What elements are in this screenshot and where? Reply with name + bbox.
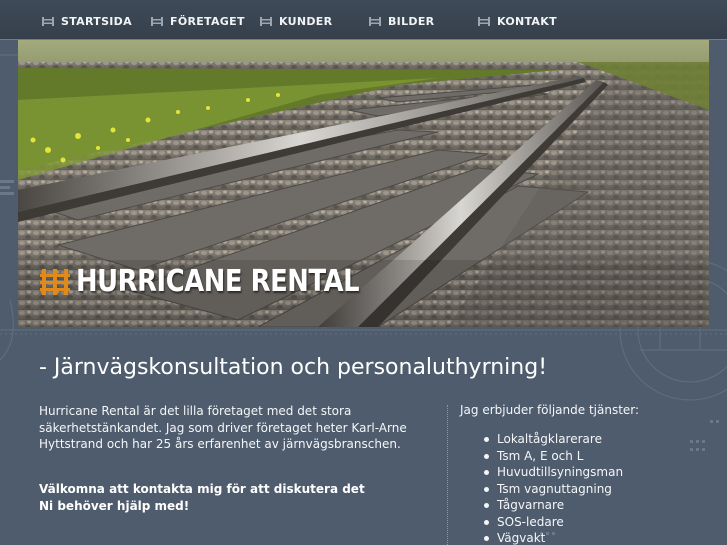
rail-icon bbox=[260, 16, 272, 26]
nav-label: KUNDER bbox=[279, 14, 333, 28]
nav-item-startsida[interactable]: STARTSIDA bbox=[42, 13, 132, 29]
intro-text: Hurricane Rental är det lilla företaget … bbox=[39, 404, 407, 451]
contact-invitation: Välkomna att kontakta mig för att diskut… bbox=[39, 482, 365, 513]
logo-text: HURRICANE RENTAL bbox=[76, 264, 360, 299]
nav-item-bilder[interactable]: BILDER bbox=[369, 13, 434, 29]
nav-item-kunder[interactable]: KUNDER bbox=[260, 13, 332, 29]
nav-item-kontakt[interactable]: KONTAKT bbox=[478, 13, 557, 29]
top-navigation: STARTSIDA FÖRETAGET KUNDER BILDER KONTAK… bbox=[0, 0, 727, 40]
rail-icon bbox=[369, 16, 381, 26]
rail-logo-icon bbox=[40, 268, 70, 295]
intro-section: Hurricane Rental är det lilla företaget … bbox=[39, 403, 419, 453]
list-item: Lokaltågklarerare bbox=[482, 431, 623, 448]
nav-label: STARTSIDA bbox=[61, 14, 132, 28]
page-tagline: - Järnvägskonsultation och personaluthyr… bbox=[39, 355, 548, 380]
list-item: SOS-ledare bbox=[482, 514, 623, 531]
list-item: Tsm vagnuttagning bbox=[482, 481, 623, 498]
rail-icon bbox=[151, 16, 163, 26]
nav-item-foretaget[interactable]: FÖRETAGET bbox=[151, 13, 245, 29]
list-item: Tsm A, E och L bbox=[482, 448, 623, 465]
nav-label: FÖRETAGET bbox=[170, 14, 245, 28]
rail-icon bbox=[478, 16, 490, 26]
services-title: Jag erbjuder följande tjänster: bbox=[460, 403, 640, 417]
nav-label: BILDER bbox=[388, 14, 435, 28]
services-list: Lokaltågklarerare Tsm A, E och L Huvudti… bbox=[482, 431, 623, 545]
list-item: Huvudtillsyningsman bbox=[482, 464, 623, 481]
list-item: Vägvakt bbox=[482, 530, 623, 545]
nav-label: KONTAKT bbox=[497, 14, 557, 28]
column-divider bbox=[447, 405, 448, 545]
list-item: Tågvarnare bbox=[482, 497, 623, 514]
site-logo[interactable]: HURRICANE RENTAL bbox=[40, 264, 405, 299]
rail-icon bbox=[42, 16, 54, 26]
